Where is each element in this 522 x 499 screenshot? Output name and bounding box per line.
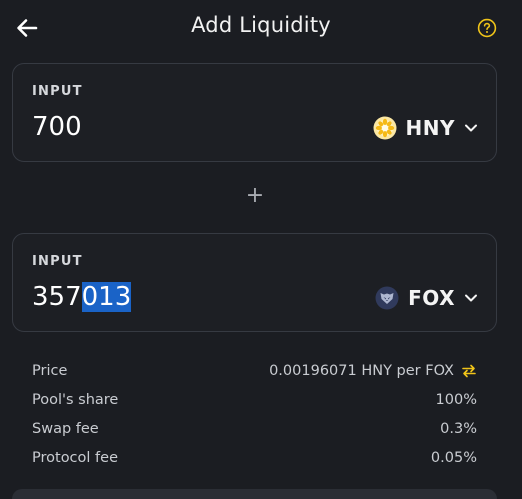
header: Add Liquidity — [0, 0, 522, 56]
question-circle-icon — [477, 18, 497, 38]
amount-value-unselected: 357 — [32, 282, 82, 312]
price-value-group: 0.00196071 HNY per FOX — [269, 363, 477, 379]
plus-icon: + — [245, 183, 265, 208]
input-card-fox: INPUT 357 013 FOX — [12, 233, 497, 332]
price-label: Price — [32, 362, 68, 379]
detail-row-protocol-fee: Protocol fee 0.05% — [32, 443, 477, 472]
share-value: 100% — [435, 391, 477, 408]
token-select-hny[interactable]: HNY — [373, 114, 478, 142]
input-label: INPUT — [32, 84, 83, 99]
amount-input-fox[interactable]: 357 013 — [32, 280, 292, 314]
swap-fee-value: 0.3% — [440, 420, 477, 437]
chevron-down-icon — [465, 124, 477, 132]
share-label: Pool's share — [32, 391, 119, 408]
price-value: 0.00196071 HNY per FOX — [269, 362, 454, 379]
detail-row-price: Price 0.00196071 HNY per FOX — [32, 356, 477, 385]
fox-token-icon — [375, 286, 399, 310]
page-title: Add Liquidity — [191, 13, 331, 37]
chevron-down-icon — [465, 294, 477, 302]
token-symbol: FOX — [408, 286, 455, 310]
swap-fee-label: Swap fee — [32, 420, 99, 437]
add-liquidity-button[interactable] — [12, 489, 497, 499]
protocol-fee-label: Protocol fee — [32, 449, 118, 466]
help-button[interactable] — [477, 18, 497, 38]
swap-arrows-icon[interactable] — [461, 363, 477, 379]
token-select-fox[interactable]: FOX — [375, 284, 478, 312]
input-card-hny: INPUT 700 HNY — [12, 63, 497, 162]
protocol-fee-value: 0.05% — [430, 449, 477, 466]
amount-input-hny[interactable]: 700 — [32, 110, 292, 144]
honey-token-icon — [373, 116, 397, 140]
detail-row-share: Pool's share 100% — [32, 385, 477, 414]
amount-value: 700 — [32, 112, 82, 142]
amount-value-selected: 013 — [81, 282, 132, 312]
liquidity-details: Price 0.00196071 HNY per FOX Pool's shar… — [32, 356, 477, 472]
detail-row-swap-fee: Swap fee 0.3% — [32, 414, 477, 443]
input-label: INPUT — [32, 254, 83, 269]
token-symbol: HNY — [405, 116, 455, 140]
